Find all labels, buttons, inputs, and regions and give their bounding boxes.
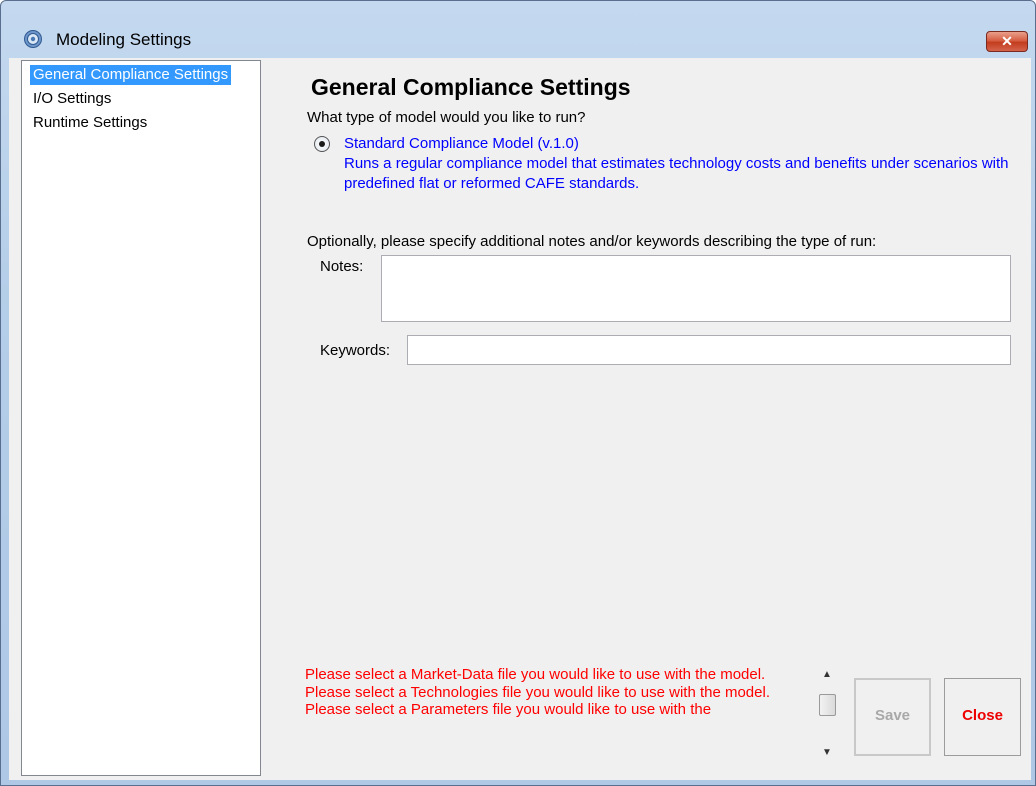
validation-message: Please select a Market-Data file you wou… bbox=[305, 666, 766, 683]
standard-compliance-model-description: Runs a regular compliance model that est… bbox=[344, 155, 1009, 192]
keywords-field[interactable] bbox=[407, 335, 1011, 365]
window-close-button[interactable]: ✕ bbox=[986, 31, 1028, 52]
scroll-thumb[interactable] bbox=[819, 694, 836, 716]
validation-messages: Please select a Market-Data file you wou… bbox=[305, 666, 805, 774]
save-button[interactable]: Save bbox=[854, 678, 931, 756]
keywords-label: Keywords: bbox=[320, 342, 391, 359]
close-button[interactable]: Close bbox=[944, 678, 1021, 756]
scroll-down-arrow-icon[interactable]: ▼ bbox=[817, 744, 837, 764]
settings-nav-tree[interactable]: General Compliance Settings I/O Settings… bbox=[21, 60, 261, 776]
standard-compliance-model-label[interactable]: Standard Compliance Model (v.1.0) bbox=[344, 135, 579, 152]
messages-scrollbar[interactable]: ▲ ▼ bbox=[817, 664, 837, 774]
nav-item-runtime-settings[interactable]: Runtime Settings bbox=[30, 113, 150, 133]
nav-item-general-compliance-settings[interactable]: General Compliance Settings bbox=[30, 65, 232, 85]
radio-selected-dot bbox=[319, 141, 325, 147]
close-icon: ✕ bbox=[1001, 33, 1013, 49]
validation-message: Please select a Technologies file you wo… bbox=[305, 683, 770, 701]
title-bar[interactable]: Modeling Settings ✕ bbox=[1, 1, 1035, 57]
window-title: Modeling Settings bbox=[56, 30, 192, 49]
model-type-question: What type of model would you like to run… bbox=[307, 109, 586, 126]
optional-notes-prompt: Optionally, please specify additional no… bbox=[307, 233, 877, 250]
validation-message: Please select a Parameters file you woul… bbox=[305, 701, 712, 718]
page-title: General Compliance Settings bbox=[311, 74, 631, 100]
gear-app-icon bbox=[24, 30, 42, 48]
notes-field[interactable] bbox=[381, 255, 1011, 322]
notes-label: Notes: bbox=[320, 258, 364, 275]
nav-item-io-settings[interactable]: I/O Settings bbox=[30, 89, 114, 109]
dialog-client-area: General Compliance Settings I/O Settings… bbox=[9, 58, 1031, 780]
scroll-up-arrow-icon[interactable]: ▲ bbox=[817, 664, 837, 684]
modeling-settings-window: Modeling Settings ✕ General Compliance S… bbox=[0, 0, 1036, 786]
standard-compliance-model-radio[interactable] bbox=[314, 136, 330, 152]
